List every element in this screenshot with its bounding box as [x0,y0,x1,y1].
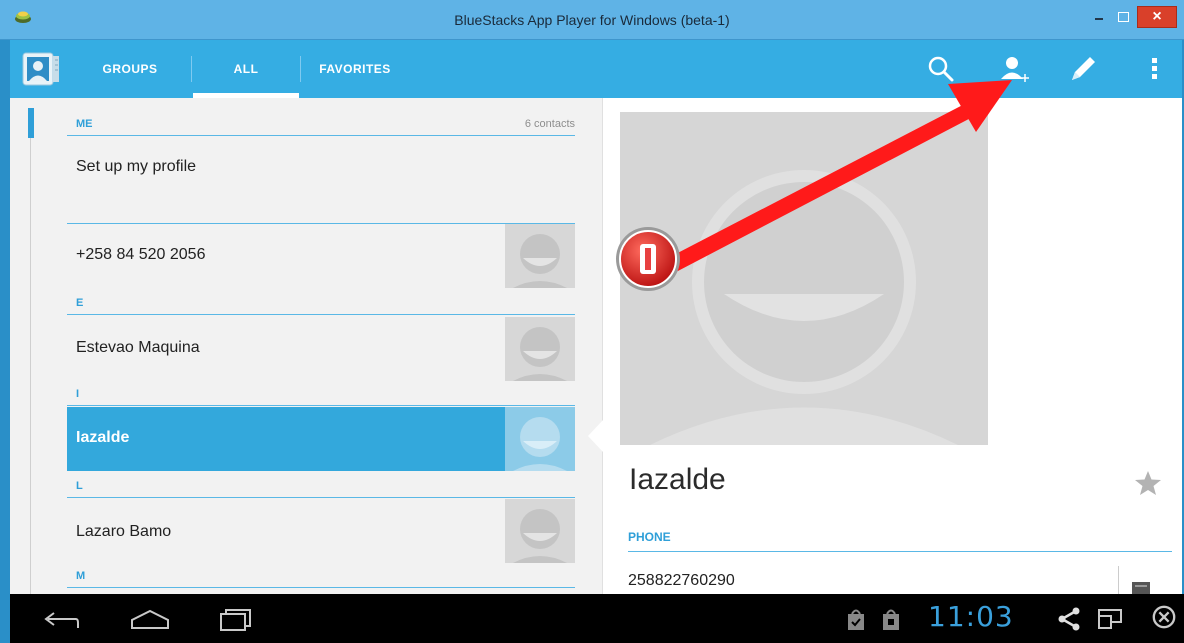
tab-separator [191,56,192,82]
overflow-menu-icon[interactable] [1138,52,1172,86]
tab-favorites[interactable]: FAVORITES [300,40,410,98]
store-bag-icon [883,609,899,630]
contact-name: +258 84 520 2056 [76,246,206,263]
contact-avatar-icon [505,499,575,563]
contact-name: Iazalde [76,429,130,446]
contact-name: Lazaro Bamo [76,523,172,540]
section-label: I [76,388,80,400]
contacts-app-icon[interactable] [21,50,63,88]
contact-avatar-icon [505,224,575,288]
window-mode-icon[interactable] [1096,606,1124,632]
section-header-m: M [67,566,575,588]
back-icon[interactable] [40,606,80,632]
fast-scroll-thumb[interactable] [28,108,34,138]
section-label: ME [76,118,93,130]
status-clock: 11:03 [928,600,1014,633]
contact-name: Estevao Maquina [76,339,200,356]
section-label: M [76,570,86,582]
message-icon[interactable] [1130,578,1152,594]
pane-divider [602,98,603,594]
contact-count: 6 contacts [524,118,575,130]
minimize-button[interactable] [1088,6,1110,28]
contact-detail-name: Iazalde [629,463,726,496]
tab-groups[interactable]: GROUPS [70,40,190,98]
section-header-me: ME 6 contacts [67,114,575,136]
section-header-i: I [67,384,575,406]
section-label: L [76,480,83,492]
search-icon[interactable] [924,52,958,86]
home-icon[interactable] [128,606,172,632]
contact-row[interactable]: +258 84 520 2056 [67,224,575,288]
shopping-bag-icon [848,609,864,630]
add-contact-icon[interactable] [998,52,1032,86]
contact-row-selected[interactable]: Iazalde [67,407,575,471]
action-bar: GROUPS ALL FAVORITES [10,40,1182,98]
close-app-icon[interactable] [1150,604,1178,630]
share-icon[interactable] [1056,606,1082,632]
favorite-star-icon[interactable] [1134,470,1162,496]
contact-avatar-icon [505,407,575,471]
section-header-e: E [67,293,575,315]
android-nav-bar: 11:03 [10,594,1184,643]
selection-pointer [588,420,603,452]
window-title: BlueStacks App Player for Windows (beta-… [454,12,730,28]
window-title-bar: BlueStacks App Player for Windows (beta-… [0,0,1184,40]
contact-list-pane[interactable]: ME 6 contacts Set up my profile +258 84 … [10,98,602,594]
contact-row[interactable]: Lazaro Bamo [67,499,575,563]
contact-row[interactable]: Estevao Maquina [67,317,575,381]
message-separator [1118,566,1119,594]
close-button[interactable] [1137,6,1177,28]
phone-header-label: PHONE [628,530,671,544]
section-label: E [76,297,84,309]
phone-section-header: PHONE [628,526,1172,552]
recent-apps-icon[interactable] [216,606,256,632]
contact-photo[interactable] [620,112,988,445]
contacts-content: ME 6 contacts Set up my profile +258 84 … [10,98,1182,594]
section-header-l: L [67,476,575,498]
phone-number[interactable]: 258822760290 [628,572,735,590]
contact-avatar-icon [505,317,575,381]
tab-all[interactable]: ALL [193,40,299,98]
set-up-profile-item[interactable]: Set up my profile [67,138,575,224]
edit-icon[interactable] [1066,52,1100,86]
fast-scroll-track [30,138,31,594]
set-up-profile-label: Set up my profile [76,158,197,175]
maximize-button[interactable] [1112,6,1134,28]
